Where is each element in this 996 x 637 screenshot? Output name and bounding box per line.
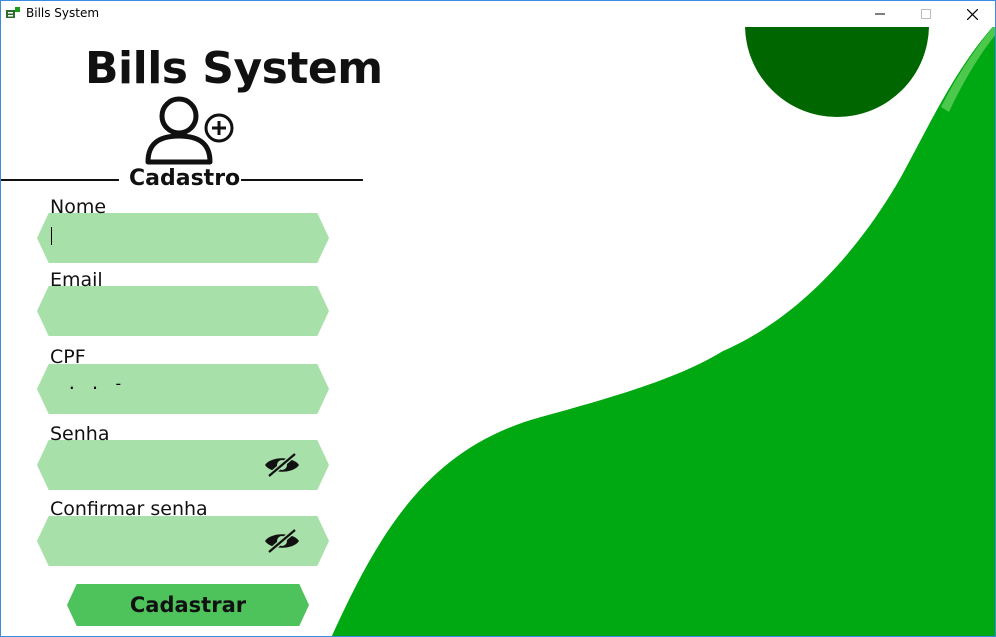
section-title: Cadastro: [129, 166, 241, 191]
close-icon: [966, 8, 978, 20]
senha-label: Senha: [50, 423, 110, 445]
minimize-button[interactable]: [857, 1, 903, 27]
nome-field[interactable]: [37, 213, 329, 263]
divider-left: [1, 179, 119, 181]
senha-field[interactable]: [37, 440, 329, 490]
window-title: Bills System: [26, 6, 100, 20]
app-window: Bills System Bills System Cadastro Nome …: [0, 0, 996, 637]
decor-wave: [331, 27, 995, 636]
confirmar-senha-label: Confirmar senha: [50, 498, 208, 520]
cpf-label: CPF: [50, 346, 86, 368]
email-field[interactable]: [37, 286, 329, 336]
title-bar: Bills System: [1, 1, 995, 27]
cpf-mask: . . -: [67, 374, 126, 393]
confirmar-senha-field[interactable]: [37, 516, 329, 566]
app-title: Bills System: [85, 43, 383, 94]
email-input[interactable]: [51, 286, 261, 336]
eye-slash-icon[interactable]: [263, 528, 301, 554]
senha-input[interactable]: [51, 440, 261, 490]
maximize-button[interactable]: [903, 1, 949, 27]
close-button[interactable]: [949, 1, 995, 27]
text-caret: [51, 227, 52, 245]
cadastrar-button[interactable]: Cadastrar: [67, 584, 309, 626]
confirmar-senha-input[interactable]: [51, 516, 261, 566]
email-label: Email: [50, 269, 103, 291]
user-add-icon: [145, 96, 234, 165]
nome-input[interactable]: [51, 213, 261, 263]
maximize-icon: [921, 9, 931, 19]
nome-label: Nome: [50, 196, 107, 218]
cpf-field[interactable]: . . -: [37, 364, 329, 414]
decor-circle: [745, 27, 929, 117]
eye-slash-icon[interactable]: [263, 452, 301, 478]
app-icon: [6, 7, 20, 18]
minimize-icon: [875, 13, 885, 15]
divider-right: [241, 179, 363, 181]
